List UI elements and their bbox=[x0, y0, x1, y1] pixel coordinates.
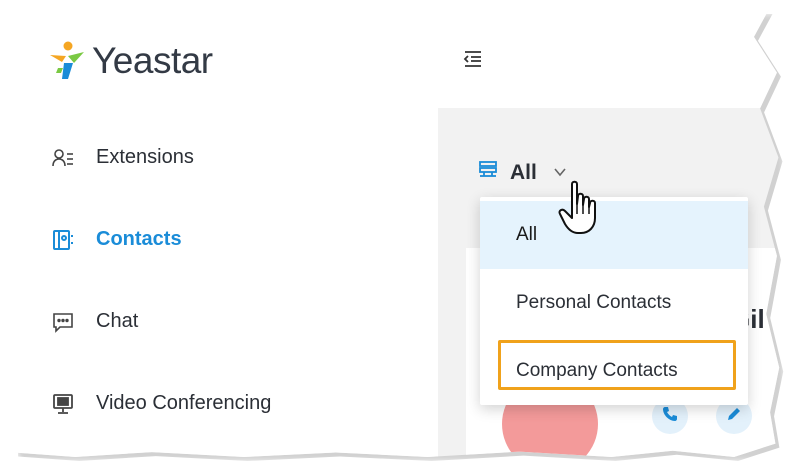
brand-name: Yeastar bbox=[92, 40, 213, 81]
filter-label: All bbox=[510, 160, 537, 184]
option-label: Company Contacts bbox=[516, 360, 678, 381]
logo: Yeastar bbox=[46, 40, 213, 82]
screenshot-frame: Yeastar Extensions Contacts Chat Video C… bbox=[0, 0, 787, 475]
top-bar bbox=[438, 10, 780, 108]
contact-filter-dropdown[interactable]: All bbox=[478, 160, 567, 185]
chevron-down-icon bbox=[553, 164, 567, 182]
sidebar: Yeastar Extensions Contacts Chat Video C… bbox=[14, 10, 438, 457]
edit-icon bbox=[726, 406, 742, 427]
sidebar-item-label: Contacts bbox=[96, 228, 182, 250]
app-window: Yeastar Extensions Contacts Chat Video C… bbox=[14, 10, 780, 457]
filter-dropdown-menu: All Personal Contacts Company Contacts bbox=[480, 197, 748, 405]
option-label: Personal Contacts bbox=[516, 292, 672, 313]
sidebar-item-extensions[interactable]: Extensions bbox=[52, 146, 194, 169]
filter-icon bbox=[478, 160, 498, 185]
collapse-menu-icon[interactable] bbox=[463, 50, 483, 73]
sidebar-item-label: Extensions bbox=[96, 146, 194, 168]
chat-icon bbox=[52, 311, 74, 333]
phone-icon bbox=[662, 406, 678, 427]
sidebar-item-video-conferencing[interactable]: Video Conferencing bbox=[52, 392, 271, 415]
sidebar-item-chat[interactable]: Chat bbox=[52, 310, 138, 333]
sidebar-item-contacts[interactable]: Contacts bbox=[52, 228, 182, 251]
dropdown-option-personal-contacts[interactable]: Personal Contacts bbox=[480, 269, 748, 337]
video-conferencing-icon bbox=[52, 393, 74, 415]
dropdown-option-company-contacts[interactable]: Company Contacts bbox=[480, 337, 748, 405]
dropdown-option-all[interactable]: All bbox=[480, 201, 748, 269]
contacts-icon bbox=[52, 229, 74, 251]
option-label: All bbox=[516, 224, 538, 245]
extensions-icon bbox=[52, 147, 74, 169]
sidebar-item-label: Chat bbox=[96, 310, 139, 332]
sidebar-item-label: Video Conferencing bbox=[96, 392, 272, 414]
yeastar-logo-icon bbox=[46, 41, 86, 81]
